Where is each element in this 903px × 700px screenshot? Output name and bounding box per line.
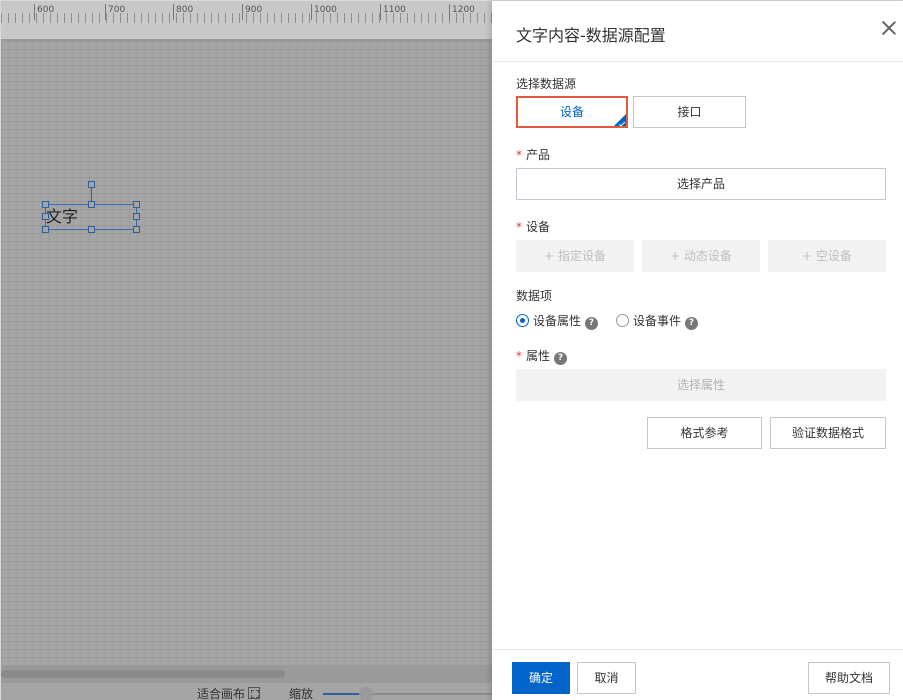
product-label-text: 产品 bbox=[526, 148, 551, 162]
select-product-button[interactable]: 选择产品 bbox=[516, 168, 886, 200]
check-icon bbox=[618, 120, 626, 127]
zoom-label: 缩放 bbox=[289, 687, 314, 700]
canvas-area: 600 700 800 900 1000 1100 1200 文字 适合画布 缩… bbox=[1, 1, 492, 700]
help-icon[interactable]: ? bbox=[554, 352, 568, 365]
canvas-footer: 适合画布 缩放 bbox=[1, 683, 492, 700]
rotate-handle[interactable] bbox=[88, 181, 95, 188]
help-doc-button[interactable]: 帮助文档 bbox=[808, 662, 890, 694]
zoom-slider[interactable] bbox=[323, 693, 492, 695]
datasource-label: 选择数据源 bbox=[516, 77, 577, 91]
radio-device-attribute-label: 设备属性 bbox=[533, 314, 582, 328]
ruler-label: 600 bbox=[34, 4, 54, 20]
ruler-label: 1200 bbox=[449, 4, 475, 20]
resize-handle[interactable] bbox=[133, 226, 140, 233]
divider bbox=[492, 649, 903, 650]
attribute-label: * 属性? bbox=[516, 347, 568, 365]
select-attribute-label: 选择属性 bbox=[676, 378, 725, 392]
divider bbox=[492, 61, 903, 62]
device-label: * 设备 bbox=[516, 218, 550, 235]
radio-device-attribute[interactable]: 设备属性? bbox=[516, 312, 599, 330]
drawer-title: 文字内容-数据源配置 bbox=[516, 26, 666, 45]
ruler-label: 1100 bbox=[380, 4, 406, 20]
required-mark: * bbox=[516, 220, 522, 234]
attribute-label-text: 属性 bbox=[526, 349, 551, 363]
ruler-label: 800 bbox=[173, 4, 193, 20]
fit-canvas-label: 适合画布 bbox=[197, 687, 246, 700]
device-label-text: 设备 bbox=[526, 220, 551, 234]
verify-data-format-button[interactable]: 验证数据格式 bbox=[770, 417, 886, 449]
radio-device-event[interactable]: 设备事件? bbox=[616, 312, 699, 330]
ruler-label: 1000 bbox=[311, 4, 337, 20]
source-device-option[interactable]: 设备 bbox=[516, 96, 628, 128]
specify-device-button[interactable]: + 指定设备 bbox=[516, 240, 634, 272]
radio-checked-icon bbox=[516, 314, 529, 327]
cancel-button[interactable]: 取消 bbox=[577, 662, 636, 694]
resize-handle[interactable] bbox=[133, 213, 140, 220]
select-product-label: 选择产品 bbox=[676, 177, 725, 191]
required-mark: * bbox=[516, 148, 522, 162]
dynamic-device-button[interactable]: + 动态设备 bbox=[642, 240, 760, 272]
radio-unchecked-icon bbox=[616, 314, 629, 327]
resize-handle[interactable] bbox=[42, 226, 49, 233]
format-reference-button[interactable]: 格式参考 bbox=[647, 417, 762, 449]
help-icon[interactable]: ? bbox=[585, 317, 599, 330]
resize-handle[interactable] bbox=[133, 201, 140, 208]
ruler-label: 700 bbox=[105, 4, 125, 20]
source-device-label: 设备 bbox=[559, 105, 584, 119]
resize-handle[interactable] bbox=[88, 201, 95, 208]
radio-device-event-label: 设备事件 bbox=[633, 314, 682, 328]
source-api-option[interactable]: 接口 bbox=[633, 96, 746, 128]
horizontal-scrollbar[interactable] bbox=[1, 665, 492, 683]
data-item-label: 数据项 bbox=[516, 289, 553, 303]
fit-screen-icon bbox=[248, 687, 261, 699]
resize-handle[interactable] bbox=[88, 226, 95, 233]
ruler-label: 900 bbox=[242, 4, 262, 20]
confirm-button[interactable]: 确定 bbox=[512, 662, 570, 694]
zoom-slider-knob[interactable] bbox=[359, 687, 373, 700]
datasource-config-drawer: 文字内容-数据源配置 选择数据源 设备 接口 * 产品 选择产品 * 设备 + 指定… bbox=[492, 1, 903, 700]
resize-handle[interactable] bbox=[42, 213, 49, 220]
select-attribute-button[interactable]: 选择属性 bbox=[516, 369, 886, 401]
text-widget-content: 文字 bbox=[46, 207, 79, 226]
resize-handle[interactable] bbox=[42, 201, 49, 208]
close-icon[interactable] bbox=[880, 19, 898, 37]
source-api-label: 接口 bbox=[677, 105, 702, 119]
empty-device-button[interactable]: + 空设备 bbox=[768, 240, 886, 272]
zoom-slider-fill bbox=[323, 693, 361, 695]
fit-canvas-button[interactable]: 适合画布 bbox=[197, 685, 261, 700]
horizontal-ruler: 600 700 800 900 1000 1100 1200 bbox=[1, 1, 492, 41]
scrollbar-thumb[interactable] bbox=[1, 670, 285, 678]
help-icon[interactable]: ? bbox=[685, 317, 699, 330]
canvas-grid[interactable] bbox=[1, 41, 492, 665]
required-mark: * bbox=[516, 349, 522, 363]
product-label: * 产品 bbox=[516, 146, 550, 163]
